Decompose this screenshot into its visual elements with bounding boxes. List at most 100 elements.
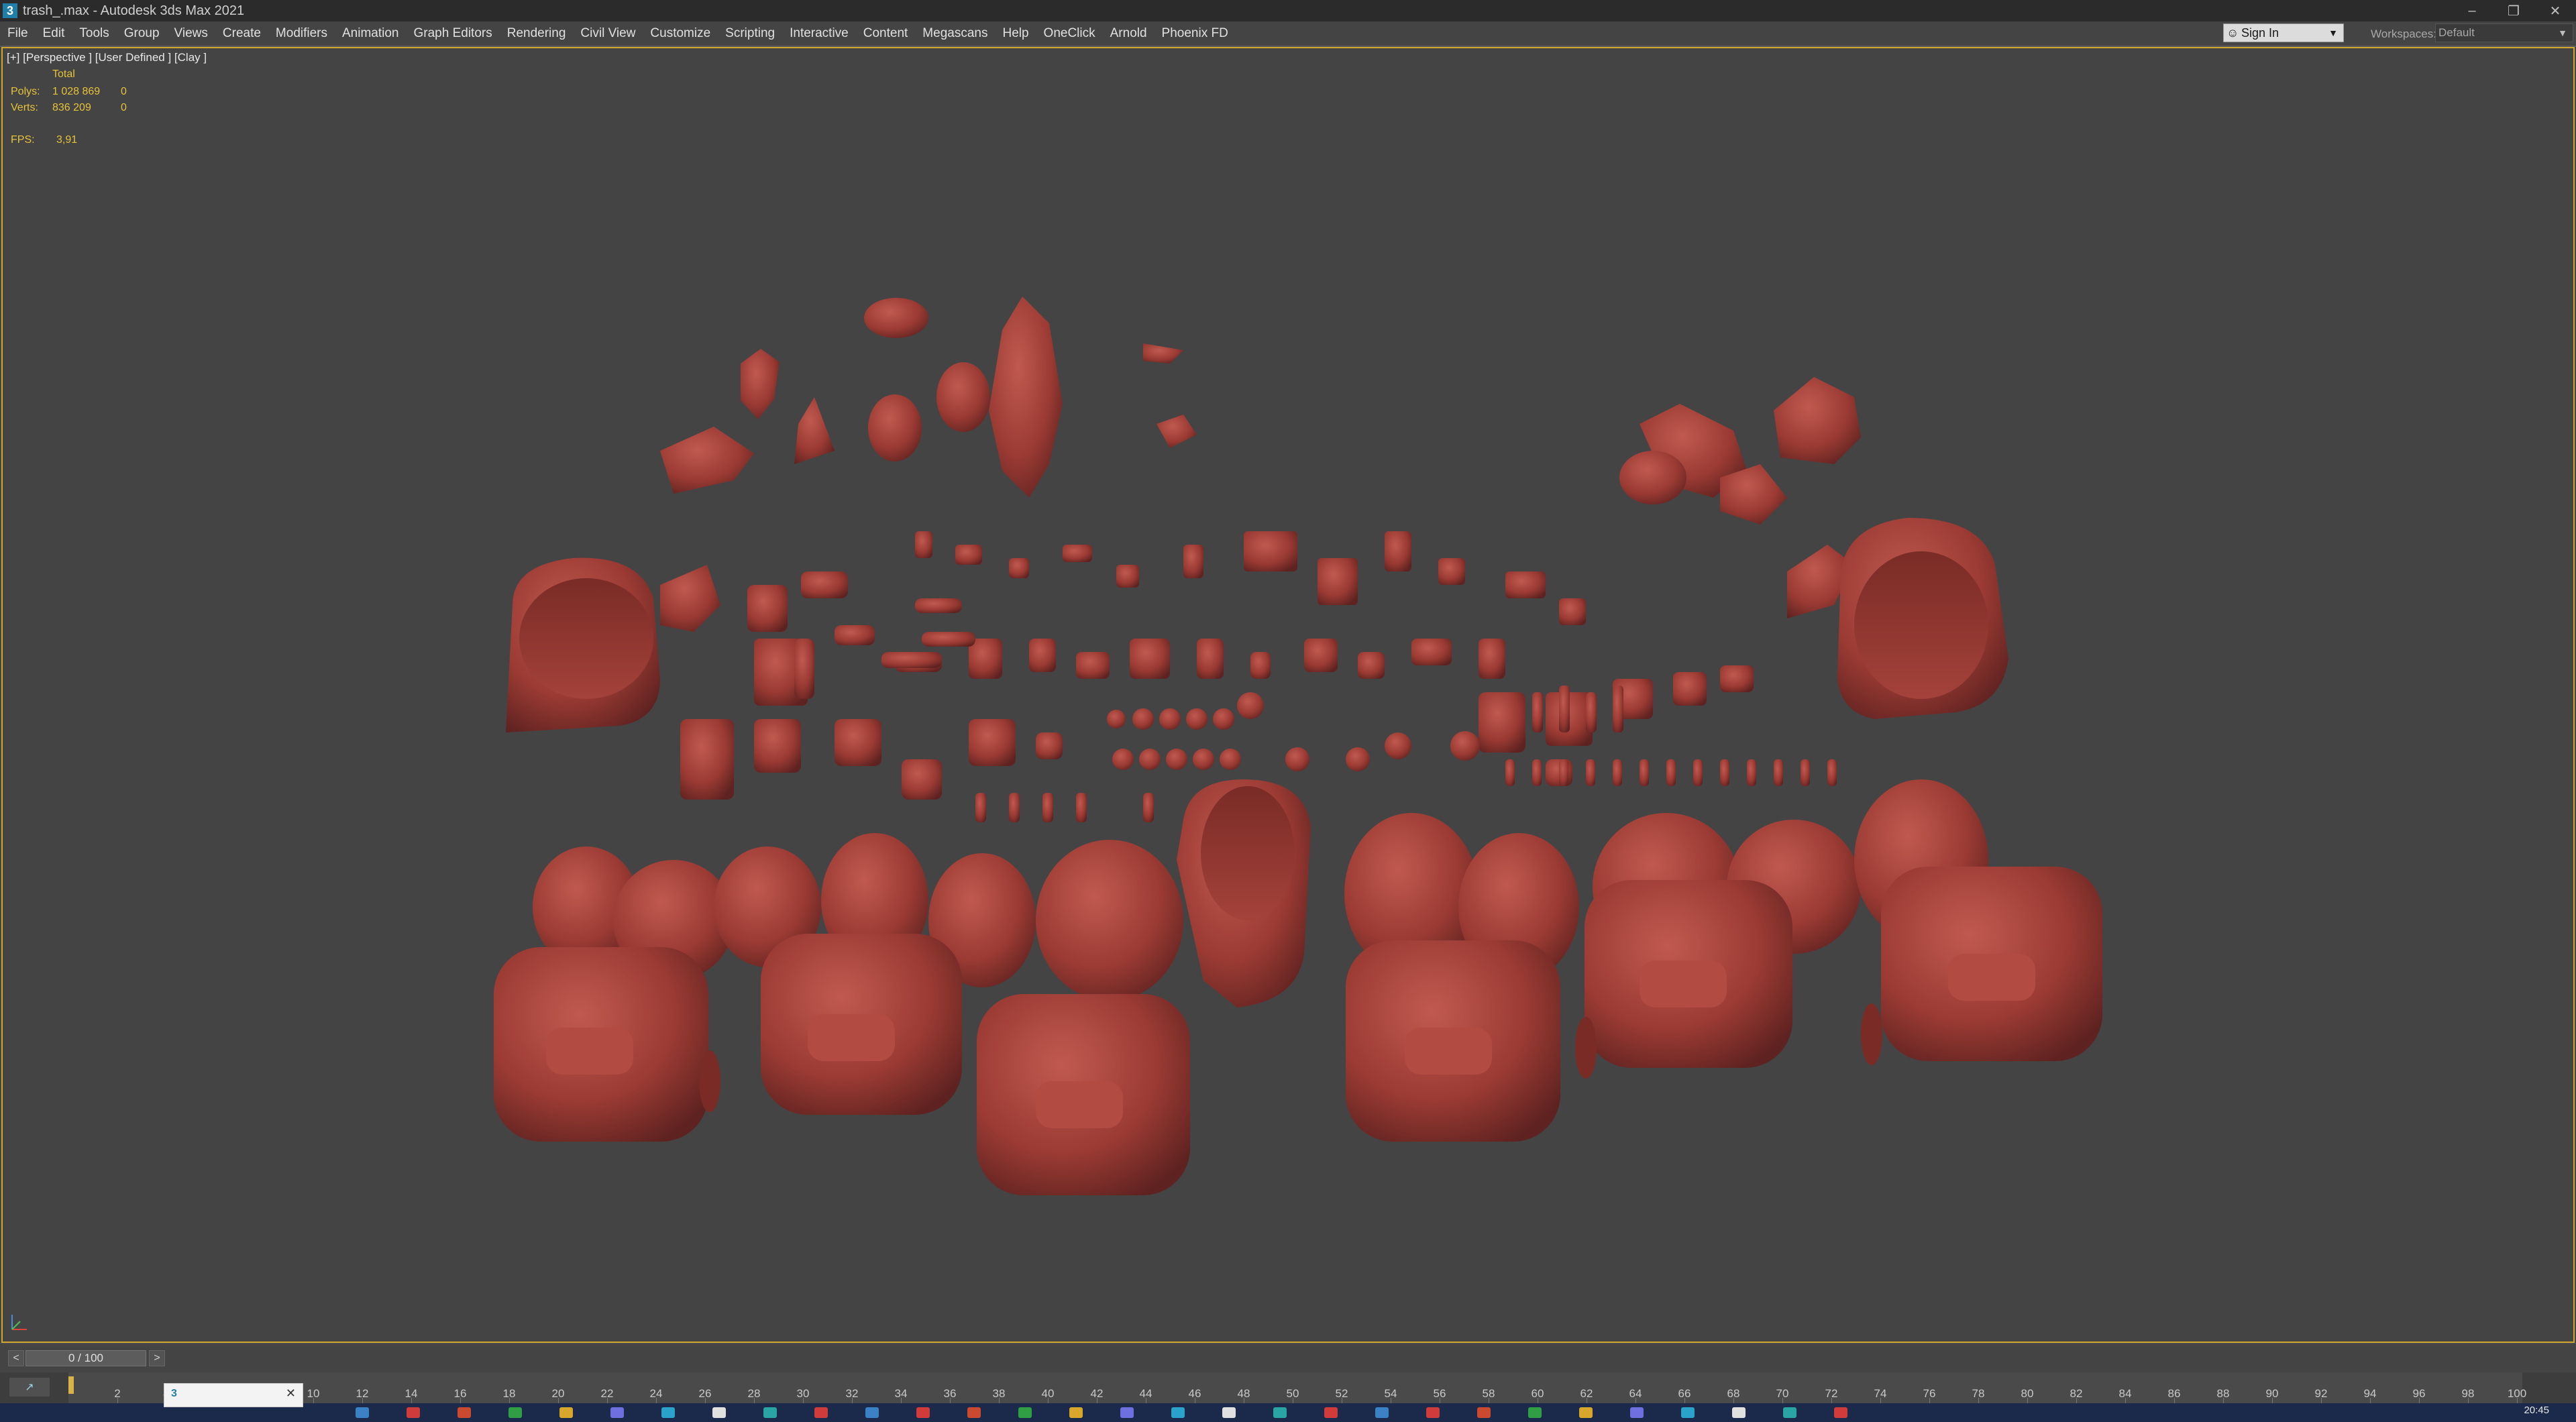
menu-edit[interactable]: Edit <box>36 26 72 41</box>
taskbar-app-icon[interactable] <box>1834 1407 1847 1418</box>
bottles-and-cans <box>794 598 1837 822</box>
sign-in-dropdown[interactable]: ☺ Sign In ▼ <box>2223 23 2344 42</box>
timeline-tick-label: 92 <box>2314 1387 2328 1400</box>
taskbar-app-icon[interactable] <box>1681 1407 1695 1418</box>
menu-help[interactable]: Help <box>995 26 1036 41</box>
taskbar-app-icon[interactable] <box>1120 1407 1134 1418</box>
menu-rendering[interactable]: Rendering <box>500 26 574 41</box>
next-frame-button[interactable]: > <box>149 1350 165 1366</box>
timeline-tick-label: 74 <box>1874 1387 1887 1400</box>
prev-frame-button[interactable]: < <box>8 1350 24 1366</box>
menu-bar: File Edit Tools Group Views Create Modif… <box>0 21 2576 47</box>
timeline-tick-label: 24 <box>649 1387 663 1400</box>
taskbar-app-icon[interactable] <box>407 1407 420 1418</box>
taskbar-app-icon[interactable] <box>610 1407 624 1418</box>
taskbar-app-icon[interactable] <box>1528 1407 1542 1418</box>
taskbar-app-icon[interactable] <box>1732 1407 1746 1418</box>
taskbar-window-preview[interactable]: 3 ✕ <box>164 1383 303 1407</box>
menu-phoenix-fd[interactable]: Phoenix FD <box>1155 26 1236 41</box>
timeline-tick-label: 42 <box>1090 1387 1104 1400</box>
taskbar-app-icon[interactable] <box>1273 1407 1287 1418</box>
menu-scripting[interactable]: Scripting <box>718 26 782 41</box>
chevron-down-icon: ▼ <box>2328 28 2338 38</box>
menu-tools[interactable]: Tools <box>72 26 116 41</box>
perspective-viewport[interactable]: [+] [Perspective ] [User Defined ] [Clay… <box>1 47 2575 1343</box>
taskbar-app-icon[interactable] <box>1477 1407 1491 1418</box>
timeline-tick-label: 14 <box>405 1387 418 1400</box>
taskbar-app-icon[interactable] <box>1579 1407 1593 1418</box>
taskbar-app-icon[interactable] <box>1324 1407 1338 1418</box>
workspaces-label: Workspaces: <box>2371 28 2436 40</box>
taskbar-app-icon[interactable] <box>1375 1407 1389 1418</box>
taskbar-app-icon[interactable] <box>458 1407 471 1418</box>
timeline-tick-label: 26 <box>698 1387 712 1400</box>
taskbar-app-icon[interactable] <box>1069 1407 1083 1418</box>
taskbar-app-icon[interactable] <box>1783 1407 1796 1418</box>
menu-content[interactable]: Content <box>856 26 916 41</box>
menu-file[interactable]: File <box>0 26 36 41</box>
menu-group[interactable]: Group <box>117 26 167 41</box>
timeline-tick-label: 50 <box>1286 1387 1299 1400</box>
taskbar-app-icon[interactable] <box>1018 1407 1032 1418</box>
track-bar: ↗ 24681012141618202224262830323436384042… <box>0 1372 2576 1403</box>
taskbar-app-icon[interactable] <box>763 1407 777 1418</box>
menu-oneclick[interactable]: OneClick <box>1036 26 1103 41</box>
timeline-tick-label: 58 <box>1482 1387 1495 1400</box>
taskbar-app-icon[interactable] <box>1630 1407 1644 1418</box>
timeline-tick-label: 12 <box>356 1387 369 1400</box>
workspaces-select[interactable]: Default ▼ <box>2435 23 2573 42</box>
taskbar-app-icon[interactable] <box>967 1407 981 1418</box>
timeline-tick-label: 72 <box>1825 1387 1838 1400</box>
taskbar-app-icon[interactable] <box>712 1407 726 1418</box>
app-preview-icon: 3 <box>171 1388 177 1399</box>
open-mini-curve-editor-icon[interactable]: ↗ <box>9 1378 50 1397</box>
os-taskbar: 3 ✕ 20:45 <box>0 1383 2576 1422</box>
menu-create[interactable]: Create <box>215 26 268 41</box>
time-slider-handle[interactable]: 0 / 100 <box>25 1350 146 1366</box>
timeline-tick-label: 48 <box>1237 1387 1250 1400</box>
timeline-tick-label: 90 <box>2265 1387 2279 1400</box>
menu-graph-editors[interactable]: Graph Editors <box>407 26 500 41</box>
timeline-tick-label: 96 <box>2412 1387 2426 1400</box>
timeline-tick-label: 88 <box>2216 1387 2230 1400</box>
current-frame-marker[interactable] <box>68 1376 74 1394</box>
menu-megascans[interactable]: Megascans <box>915 26 995 41</box>
taskbar-app-icon[interactable] <box>356 1407 369 1418</box>
taskbar-app-icon[interactable] <box>1222 1407 1236 1418</box>
timeline-tick-label: 60 <box>1531 1387 1544 1400</box>
taskbar-app-icon[interactable] <box>508 1407 522 1418</box>
sign-in-label: Sign In <box>2241 25 2279 40</box>
taskbar-app-icon[interactable] <box>916 1407 930 1418</box>
timeline-tick-label: 32 <box>845 1387 859 1400</box>
menu-modifiers[interactable]: Modifiers <box>268 26 335 41</box>
timeline-tick-label: 84 <box>2118 1387 2132 1400</box>
timeline-tick-label: 62 <box>1580 1387 1593 1400</box>
timeline-tick-label: 82 <box>2070 1387 2083 1400</box>
menu-customize[interactable]: Customize <box>643 26 718 41</box>
track-bar-ruler[interactable]: 2468101214161820222426283032343638404244… <box>68 1372 2526 1403</box>
user-icon: ☺ <box>2226 25 2239 40</box>
minimize-icon[interactable]: – <box>2451 0 2493 21</box>
menu-civil-view[interactable]: Civil View <box>573 26 643 41</box>
taskbar-app-icon[interactable] <box>865 1407 879 1418</box>
menu-views[interactable]: Views <box>167 26 215 41</box>
close-icon[interactable]: ✕ <box>2534 0 2576 21</box>
restore-icon[interactable]: ❐ <box>2493 0 2534 21</box>
menu-arnold[interactable]: Arnold <box>1103 26 1155 41</box>
taskbar-app-icon[interactable] <box>661 1407 675 1418</box>
menu-animation[interactable]: Animation <box>335 26 407 41</box>
close-icon[interactable]: ✕ <box>286 1386 296 1401</box>
taskbar-clock: 20:45 <box>2524 1405 2549 1416</box>
timeline-tick-label: 68 <box>1727 1387 1740 1400</box>
taskbar-app-icon[interactable] <box>814 1407 828 1418</box>
timeline-tick-label: 66 <box>1678 1387 1691 1400</box>
small-debris <box>680 531 1754 800</box>
taskbar-app-icon[interactable] <box>1426 1407 1440 1418</box>
timeline-tick-label: 18 <box>502 1387 516 1400</box>
menu-interactive[interactable]: Interactive <box>782 26 856 41</box>
taskbar-app-icon[interactable] <box>559 1407 573 1418</box>
taskbar-app-icon[interactable] <box>1171 1407 1185 1418</box>
timeline-tick-label: 30 <box>796 1387 810 1400</box>
timeline-tick-label: 80 <box>2021 1387 2034 1400</box>
timeline-tick-label: 64 <box>1629 1387 1642 1400</box>
